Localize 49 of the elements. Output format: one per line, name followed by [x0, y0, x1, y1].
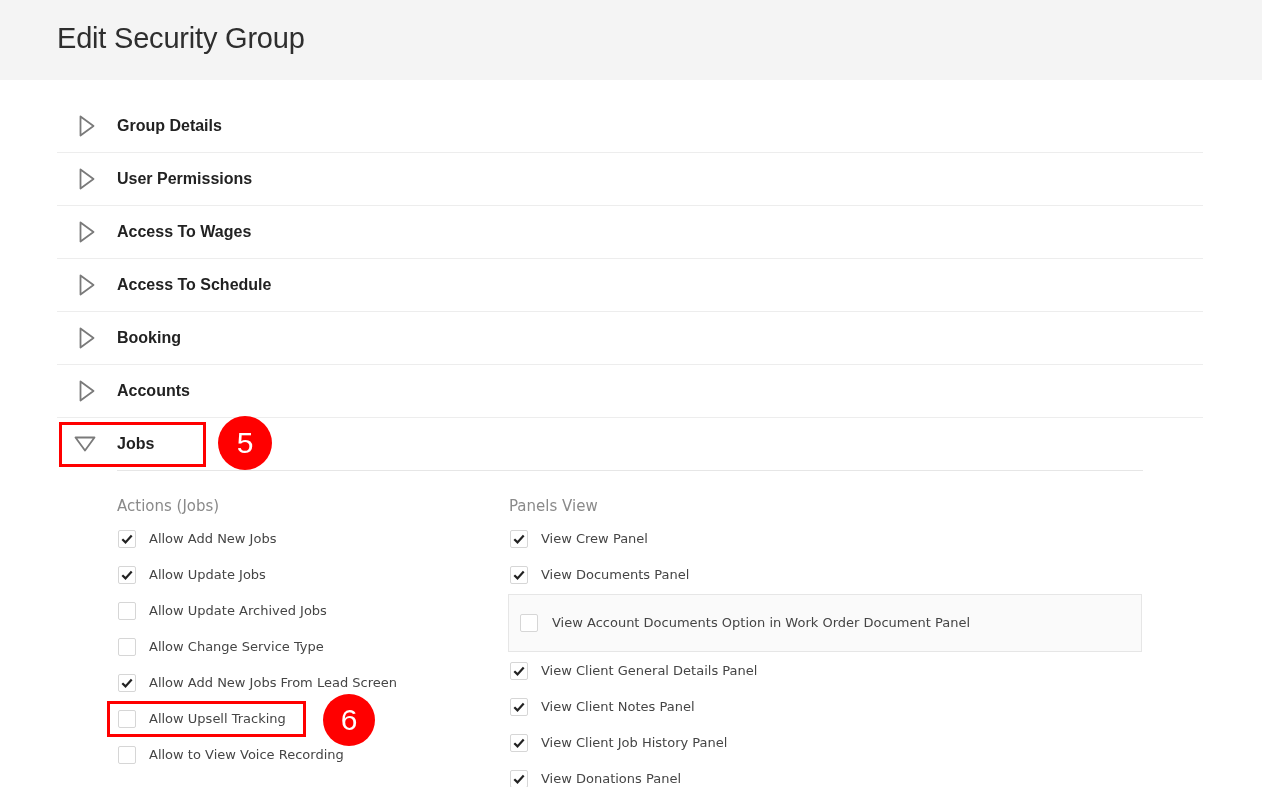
checkmark-icon: [513, 570, 525, 580]
option-label: Allow Upsell Tracking: [149, 711, 286, 727]
checkbox[interactable]: [118, 746, 136, 764]
checkbox[interactable]: [118, 530, 136, 548]
section-toggle[interactable]: User Permissions: [57, 160, 253, 198]
checkmark-icon: [121, 534, 133, 544]
checkmark-icon: [121, 678, 133, 688]
checkbox[interactable]: [510, 530, 528, 548]
checkbox[interactable]: [118, 710, 136, 728]
option-label: Allow Update Jobs: [149, 567, 266, 583]
checkbox[interactable]: [118, 566, 136, 584]
option-label: Allow Add New Jobs: [149, 531, 277, 547]
callout-marker: 5: [218, 416, 272, 470]
option-label: View Documents Panel: [541, 567, 690, 583]
checkmark-icon: [513, 738, 525, 748]
section-toggle[interactable]: Booking: [57, 319, 181, 357]
option-label: View Donations Panel: [541, 771, 682, 787]
checkmark-icon: [513, 774, 525, 784]
option-label: View Crew Panel: [541, 531, 648, 547]
callout-marker: 6: [323, 694, 375, 746]
section-toggle[interactable]: Group Details: [57, 107, 222, 145]
section-toggle[interactable]: Jobs: [62, 425, 155, 463]
option-label: Allow Update Archived Jobs: [149, 603, 327, 619]
checkmark-icon: [513, 534, 525, 544]
checkbox[interactable]: [510, 566, 528, 584]
option-label: View Client Notes Panel: [541, 699, 695, 715]
page-title: Edit Security Group: [57, 21, 305, 55]
checkbox[interactable]: [510, 698, 528, 716]
checkbox[interactable]: [510, 734, 528, 752]
section-toggle[interactable]: Access To Wages: [57, 213, 252, 251]
checkbox[interactable]: [510, 770, 528, 787]
checkbox[interactable]: [520, 614, 538, 632]
checkmark-icon: [513, 702, 525, 712]
option-label: Allow Change Service Type: [149, 639, 324, 655]
option-label: View Client General Details Panel: [541, 663, 758, 679]
option-label: View Client Job History Panel: [541, 735, 728, 751]
checkbox[interactable]: [118, 674, 136, 692]
checkbox[interactable]: [118, 602, 136, 620]
section-toggle[interactable]: Accounts: [57, 372, 190, 410]
checkmark-icon: [513, 666, 525, 676]
option-label: View Account Documents Option in Work Order Document Panel: [552, 615, 971, 631]
checkbox[interactable]: [510, 662, 528, 680]
section-toggle[interactable]: Access To Schedule: [57, 266, 272, 304]
group-heading: Panels View: [509, 497, 599, 517]
option-label: Allow to View Voice Recording: [149, 747, 344, 763]
checkmark-icon: [121, 570, 133, 580]
checkbox[interactable]: [118, 638, 136, 656]
group-heading: Actions (Jobs): [117, 497, 221, 517]
option-label: Allow Add New Jobs From Lead Screen: [149, 675, 397, 691]
